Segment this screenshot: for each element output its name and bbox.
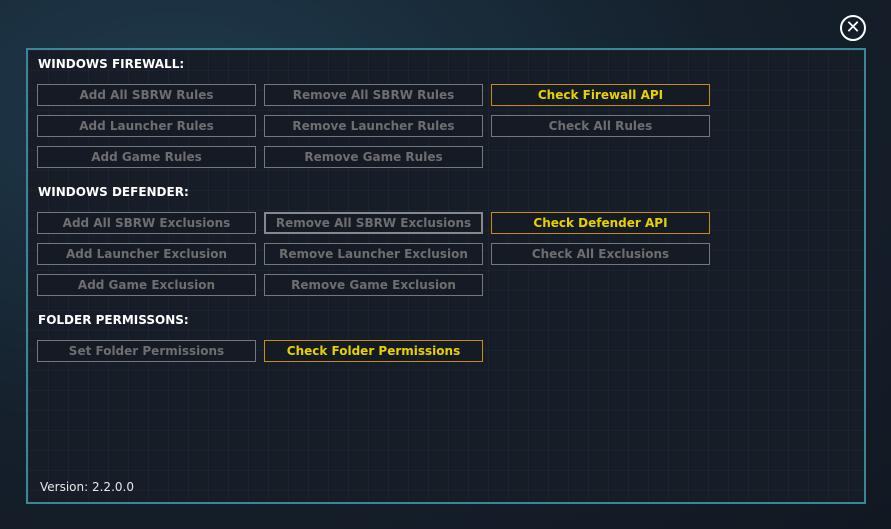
add-game-exclusion-button[interactable]: Add Game Exclusion (37, 274, 256, 296)
security-panel: WINDOWS FIREWALL: Add All SBRW Rules Rem… (26, 48, 866, 504)
close-icon[interactable]: ✕ (840, 15, 866, 41)
add-launcher-exclusion-button[interactable]: Add Launcher Exclusion (37, 243, 256, 265)
remove-game-exclusion-button[interactable]: Remove Game Exclusion (264, 274, 483, 296)
check-all-exclusions-button[interactable]: Check All Exclusions (491, 243, 710, 265)
check-defender-api-button[interactable]: Check Defender API (491, 212, 710, 234)
add-all-sbrw-rules-button[interactable]: Add All SBRW Rules (37, 84, 256, 106)
remove-launcher-rules-button[interactable]: Remove Launcher Rules (264, 115, 483, 137)
remove-game-rules-button[interactable]: Remove Game Rules (264, 146, 483, 168)
remove-all-sbrw-exclusions-button[interactable]: Remove All SBRW Exclusions (264, 212, 483, 234)
check-all-rules-button[interactable]: Check All Rules (491, 115, 710, 137)
set-folder-permissions-button[interactable]: Set Folder Permissions (37, 340, 256, 362)
remove-all-sbrw-rules-button[interactable]: Remove All SBRW Rules (264, 84, 483, 106)
defender-header: WINDOWS DEFENDER: (38, 185, 189, 199)
check-firewall-api-button[interactable]: Check Firewall API (491, 84, 710, 106)
version-label: Version: 2.2.0.0 (40, 480, 134, 494)
folder-header: FOLDER PERMISSONS: (38, 313, 189, 327)
firewall-header: WINDOWS FIREWALL: (38, 57, 185, 71)
add-all-sbrw-exclusions-button[interactable]: Add All SBRW Exclusions (37, 212, 256, 234)
remove-launcher-exclusion-button[interactable]: Remove Launcher Exclusion (264, 243, 483, 265)
add-launcher-rules-button[interactable]: Add Launcher Rules (37, 115, 256, 137)
check-folder-permissions-button[interactable]: Check Folder Permissions (264, 340, 483, 362)
add-game-rules-button[interactable]: Add Game Rules (37, 146, 256, 168)
